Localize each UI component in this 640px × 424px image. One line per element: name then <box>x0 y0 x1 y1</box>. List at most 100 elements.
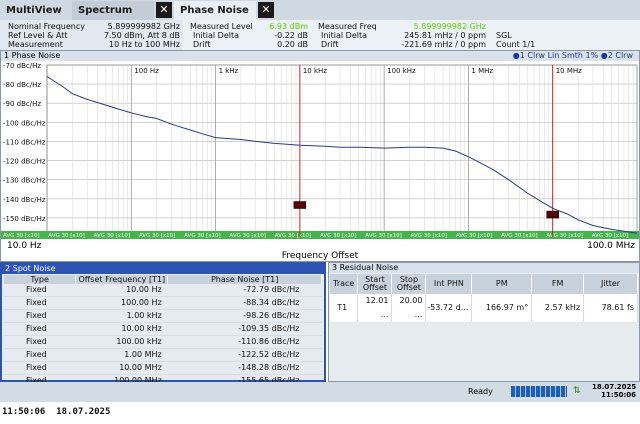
res-trace: T1 <box>330 294 359 322</box>
avg-label: AVG 30 [x10] <box>229 233 265 239</box>
initial-delta-value: -0.22 dB <box>274 31 308 40</box>
spot-type: Fixed <box>4 309 76 323</box>
spot-noise-window: 2 Spot Noise Type Offset Frequency [T1] … <box>0 262 326 388</box>
network-icon: ⇅ <box>573 386 581 396</box>
spot-type: Fixed <box>4 361 76 375</box>
y-tick-label: -130 dBc/Hz <box>3 177 46 185</box>
phase-noise-window: 1 Phase Noise ●1 Clrw Lin Smth 1% ●2 Clr… <box>0 50 640 262</box>
drift-value: 0.20 dB <box>277 40 308 49</box>
spot-phase-noise: -98.26 dBc/Hz <box>167 309 322 323</box>
tab-bar: MultiView ▪ Spectrum ✕ Phase Noise ✕ <box>0 0 640 35</box>
sweep-count: Count 1/1 <box>496 40 536 49</box>
analyzer-screen: MultiView ▪ Spectrum ✕ Phase Noise ✕ Nom… <box>0 0 640 424</box>
phase-noise-plot[interactable]: -70 dBc/Hz -80 dBc/Hz -90 dBc/Hz -100 dBc/H… <box>1 61 639 251</box>
header-start-offset: Start Offset <box>357 274 393 294</box>
status-bar: Ready ⇅ 18.07.2025 11:50:06 <box>0 382 640 402</box>
measurement-label: Measurement <box>8 40 63 49</box>
residual-noise-table: Trace Start Offset Stop Offset Int PHN P… <box>330 274 638 322</box>
x-tick-label: 1 MHz <box>471 67 493 75</box>
spot-offset: 1.00 kHz <box>75 309 168 323</box>
avg-label: AVG 30 [x10] <box>275 233 311 239</box>
progress-bar <box>511 386 567 397</box>
spot-noise-row[interactable]: Fixed 10.00 MHz -148.28 dBc/Hz <box>4 361 322 375</box>
spot-type: Fixed <box>4 322 76 336</box>
avg-label: AVG 30 [x10] <box>592 233 628 239</box>
spot-type: Fixed <box>4 348 76 362</box>
avg-bar: AVG 30 [x10] AVG 30 [x10] AVG 30 [x10] AVG … <box>1 231 639 239</box>
status-date: 18.07.2025 <box>592 383 637 391</box>
x-axis-title: Frequency Offset <box>281 251 359 261</box>
y-axis-labels: -70 dBc/Hz -80 dBc/Hz -90 dBc/Hz -100 dBc/H… <box>3 62 46 223</box>
tab-multiview[interactable]: MultiView ▪ <box>0 1 72 35</box>
header-offset-frequency: Offset Frequency [T1] <box>75 275 169 284</box>
avg-label: AVG 30 [x10] <box>48 233 84 239</box>
residual-noise-row[interactable]: T1 12.01 ... 20.00 ... -53.72 d... 166.9… <box>330 294 638 322</box>
spot-noise-row[interactable]: Fixed 10.00 Hz -72.79 dBc/Hz <box>4 284 322 297</box>
spot-noise-body: Fixed 10.00 Hz -72.79 dBc/Hz Fixed 100.00 Hz… <box>4 284 322 388</box>
measured-freq-label: Measured Freq <box>318 22 377 31</box>
ready-status: Ready <box>468 387 493 396</box>
spot-phase-noise: -148.28 dBc/Hz <box>167 361 322 375</box>
avg-label: AVG 30 [x10] <box>365 233 401 239</box>
res-int-phn: -53.72 d... <box>425 294 473 322</box>
phase-noise-title: 1 Phase Noise <box>4 51 61 60</box>
y-tick-label: -90 dBc/Hz <box>3 100 41 108</box>
y-tick-label: -80 dBc/Hz <box>3 81 41 89</box>
residual-noise-header-row: Trace Start Offset Stop Offset Int PHN P… <box>330 274 638 294</box>
spot-offset: 10.00 MHz <box>75 361 168 375</box>
spot-noise-row[interactable]: Fixed 10.00 kHz -109.35 dBc/Hz <box>4 322 322 336</box>
spot-noise-row[interactable]: Fixed 100.00 kHz -110.86 dBc/Hz <box>4 335 322 349</box>
header-type: Type <box>4 275 77 284</box>
tab-spectrum[interactable]: Spectrum <box>72 1 154 20</box>
close-spectrum-icon[interactable]: ✕ <box>156 2 172 18</box>
y-tick-label: -120 dBc/Hz <box>3 158 46 166</box>
tab-phase-noise[interactable]: Phase Noise <box>174 1 256 20</box>
measured-level-value: 6.93 dBm <box>269 22 308 31</box>
initial-delta-label: Initial Delta <box>193 31 240 40</box>
marker-box <box>546 210 559 219</box>
drift-freq-value: -221.69 mHz / 0 ppm <box>401 40 486 49</box>
y-tick-label: -70 dBc/Hz <box>3 62 41 70</box>
spot-phase-noise: -122.52 dBc/Hz <box>167 348 322 362</box>
residual-noise-window: 3 Residual Noise Trace Start Offset Stop… <box>328 262 640 382</box>
avg-label: AVG 30 [x10] <box>456 233 492 239</box>
progress-fill <box>511 386 567 397</box>
measured-freq-value: 5.899999982 GHz <box>413 22 486 31</box>
res-pm: 166.97 m° <box>471 294 533 322</box>
header-int-phn: Int PHN <box>425 274 473 294</box>
tab-phase-noise-label: Phase Noise <box>180 5 249 16</box>
nominal-frequency-label: Nominal Frequency <box>8 22 85 31</box>
avg-label: AVG 30 [x10] <box>501 233 537 239</box>
initial-delta-freq-value: 245.81 mHz / 0 ppm <box>404 31 486 40</box>
stop-frequency: 100.0 MHz <box>587 241 635 251</box>
tab-spectrum-label: Spectrum <box>78 5 133 16</box>
spot-noise-row[interactable]: Fixed 100.00 Hz -88.34 dBc/Hz <box>4 296 322 310</box>
spot-noise-row[interactable]: Fixed 1.00 MHz -122.52 dBc/Hz <box>4 348 322 362</box>
spot-noise-table: Type Offset Frequency [T1] Phase Noise [… <box>4 275 322 388</box>
close-phase-noise-icon[interactable]: ✕ <box>258 2 274 18</box>
res-stop-offset: 20.00 ... <box>391 294 427 322</box>
header-phase-noise: Phase Noise [T1] <box>167 275 322 284</box>
res-fm: 2.57 kHz <box>531 294 585 322</box>
spot-offset: 100.00 kHz <box>75 335 168 349</box>
res-jitter: 78.61 fs <box>583 294 638 322</box>
y-tick-label: -150 dBc/Hz <box>3 215 46 223</box>
spot-noise-title: 2 Spot Noise <box>2 264 324 274</box>
measured-level-label: Measured Level <box>190 22 253 31</box>
avg-label: AVG 30 [x10] <box>546 233 582 239</box>
measurement-header: Nominal Frequency 5.899999982 GHz Ref Le… <box>0 20 640 50</box>
res-start-offset: 12.01 ... <box>357 294 393 322</box>
header-stop-offset: Stop Offset <box>391 274 427 294</box>
phase-noise-title-bar: 1 Phase Noise ●1 Clrw Lin Smth 1% ●2 Clr… <box>1 51 639 61</box>
screenshot-timestamp: 11:50:06 18.07.2025 <box>2 407 111 417</box>
spot-phase-noise: -88.34 dBc/Hz <box>167 296 322 310</box>
drift-freq-label: Drift <box>321 40 339 49</box>
spot-offset: 10.00 kHz <box>75 322 168 336</box>
drift-label: Drift <box>193 40 211 49</box>
start-frequency: 10.0 Hz <box>7 241 42 251</box>
avg-label: AVG 30 [x10] <box>184 233 220 239</box>
spot-noise-row[interactable]: Fixed 1.00 kHz -98.26 dBc/Hz <box>4 309 322 323</box>
x-tick-label: 1 kHz <box>219 67 239 75</box>
header-fm: FM <box>531 274 585 294</box>
spot-phase-noise: -72.79 dBc/Hz <box>167 284 322 297</box>
